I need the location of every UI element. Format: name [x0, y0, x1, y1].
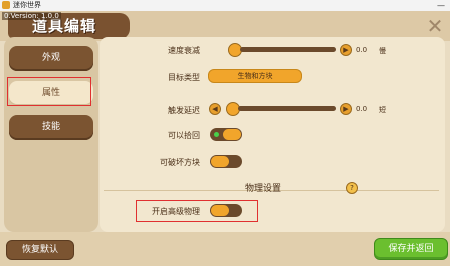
- physics-section-title: 物理设置: [245, 184, 282, 194]
- minimize-button[interactable]: —: [435, 0, 447, 11]
- trigger-delay-unit: 短: [379, 106, 386, 114]
- trigger-delay-decrease-icon[interactable]: ◀: [209, 103, 221, 115]
- version-overlay: 0.Version: 1.0.0: [2, 12, 61, 20]
- save-and-return-button[interactable]: 保存并返回: [374, 238, 448, 260]
- can-pickup-toggle[interactable]: [210, 128, 242, 141]
- sidebar: 外观 属性 技能: [4, 37, 98, 232]
- tab-skills[interactable]: 技能: [9, 115, 93, 140]
- target-type-label: 目标类型: [168, 73, 200, 82]
- trigger-delay-value: 0.0: [356, 105, 368, 113]
- advanced-physics-highlight: [136, 200, 258, 222]
- tab-appearance[interactable]: 外观: [9, 46, 93, 71]
- speed-decay-label: 速度衰减: [168, 46, 200, 55]
- close-icon[interactable]: ✕: [424, 15, 446, 37]
- reset-default-button[interactable]: 恢复默认: [6, 240, 74, 260]
- speed-decay-increase-icon[interactable]: ▶: [340, 44, 352, 56]
- trigger-delay-track[interactable]: [238, 106, 336, 111]
- speed-decay-unit: 慢: [379, 47, 386, 55]
- can-pickup-label: 可以拾回: [168, 131, 200, 140]
- window-title: 迷你世界: [13, 1, 41, 9]
- speed-decay-track[interactable]: [240, 47, 336, 52]
- can-break-block-label: 可破坏方块: [160, 158, 200, 167]
- app-icon: [2, 1, 10, 9]
- toggle-on-indicator: [214, 132, 219, 137]
- help-icon[interactable]: ?: [346, 182, 358, 194]
- toggle-knob: [211, 156, 229, 167]
- speed-decay-value: 0.0: [356, 46, 368, 54]
- trigger-delay-increase-icon[interactable]: ▶: [340, 103, 352, 115]
- toggle-knob: [223, 129, 241, 140]
- can-break-block-toggle[interactable]: [210, 155, 242, 168]
- active-tab-highlight: [7, 77, 91, 106]
- trigger-delay-label: 触发延迟: [168, 106, 200, 115]
- target-type-button[interactable]: 生物和方块: [208, 69, 302, 83]
